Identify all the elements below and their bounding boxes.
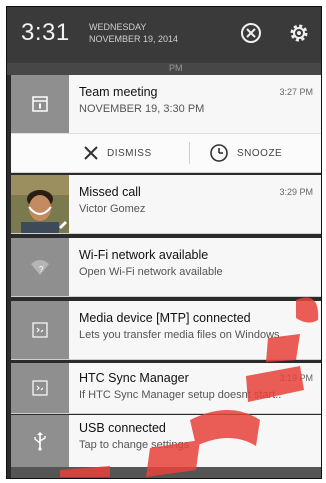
- notification-missed-call[interactable]: Missed call Victor Gomez 3:29 PM: [11, 175, 321, 234]
- notification-media-device[interactable]: Media device [MTP] connected Lets you tr…: [11, 301, 321, 360]
- notification-title: Wi-Fi network available: [79, 248, 209, 262]
- wifi-icon: ?: [31, 260, 49, 275]
- notification-htc-sync[interactable]: HTC Sync Manager If HTC Sync Manager set…: [11, 363, 321, 414]
- notification-shade: 3:31 WEDNESDAY NOVEMBER 19, 2014 PM Team…: [6, 6, 322, 479]
- clock-time: 3:31: [21, 19, 70, 46]
- wifi-tile: ?: [11, 238, 69, 296]
- usb-tile: [11, 415, 69, 467]
- sync-tile: [11, 363, 69, 413]
- gear-icon: [290, 24, 308, 42]
- notification-title: HTC Sync Manager: [79, 371, 189, 385]
- close-icon: [84, 146, 98, 160]
- usb-icon: [34, 432, 46, 451]
- notification-subtitle: If HTC Sync Manager setup doesnt start..: [79, 389, 282, 401]
- snooze-button[interactable]: SNOOZE: [209, 134, 282, 172]
- usb-device-icon: [32, 322, 48, 338]
- snooze-label: SNOOZE: [237, 147, 283, 159]
- dismiss-button[interactable]: DISMISS: [83, 134, 152, 172]
- notification-subtitle: NOVEMBER 19, 3:30 PM: [79, 103, 205, 115]
- notification-subtitle: Victor Gomez: [79, 203, 146, 215]
- notification-team-meeting[interactable]: Team meeting NOVEMBER 19, 3:30 PM 3:27 P…: [11, 75, 321, 173]
- notification-time: 3:19 PM: [279, 373, 313, 383]
- status-header: 3:31 WEDNESDAY NOVEMBER 19, 2014: [7, 7, 321, 63]
- contact-photo: [11, 175, 69, 233]
- action-row: DISMISS SNOOZE: [11, 133, 321, 172]
- notification-wifi[interactable]: ? Wi-Fi network available Open Wi-Fi net…: [11, 238, 321, 297]
- media-device-tile: [11, 301, 69, 359]
- dismiss-label: DISMISS: [107, 147, 152, 159]
- notification-time: 3:29 PM: [279, 187, 313, 197]
- notification-subtitle: Lets you transfer media files on Windows…: [79, 329, 286, 341]
- notification-usb[interactable]: USB connected Tap to change settings: [11, 415, 321, 468]
- weekday: WEDNESDAY: [89, 22, 147, 32]
- sync-icon: [32, 380, 48, 396]
- settings-button[interactable]: [287, 21, 311, 45]
- notification-title: USB connected: [79, 421, 166, 435]
- calendar-tile: [11, 75, 69, 133]
- notification-subtitle: Tap to change settings: [79, 439, 190, 451]
- clock-icon: [210, 144, 228, 162]
- clear-all-button[interactable]: [239, 21, 263, 45]
- bottom-handle[interactable]: [11, 467, 321, 478]
- notification-title: Team meeting: [79, 85, 158, 99]
- notification-title: Missed call: [79, 185, 141, 199]
- date-block: WEDNESDAY NOVEMBER 19, 2014: [89, 21, 178, 45]
- notification-time: 3:27 PM: [279, 87, 313, 97]
- date: NOVEMBER 19, 2014: [89, 34, 179, 44]
- background-hint: PM: [169, 63, 183, 73]
- calendar-icon: [32, 96, 48, 112]
- background-strip: PM: [7, 63, 321, 75]
- notification-title: Media device [MTP] connected: [79, 311, 251, 325]
- avatar: [11, 175, 69, 233]
- action-divider: [189, 142, 190, 164]
- svg-text:?: ?: [39, 265, 44, 274]
- notification-subtitle: Open Wi-Fi network available: [79, 266, 223, 278]
- clear-all-icon: [241, 23, 261, 43]
